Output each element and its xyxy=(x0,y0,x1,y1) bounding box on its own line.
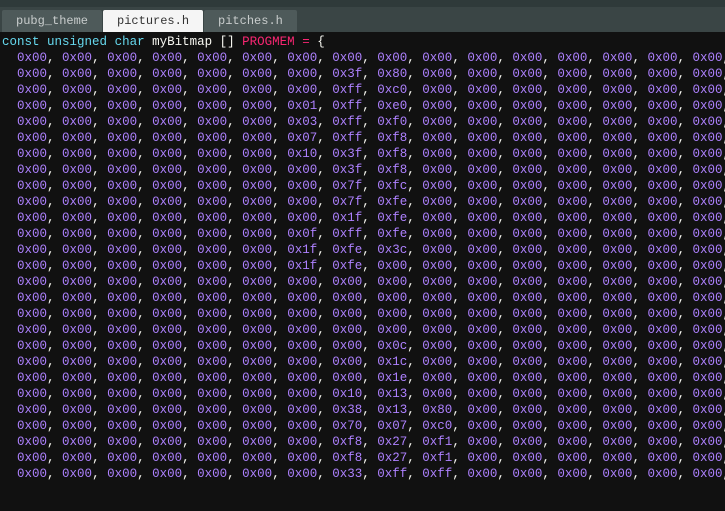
tab-bar: pubg_theme pictures.h pitches.h xyxy=(0,7,725,32)
code-editor[interactable]: const unsigned char myBitmap [] PROGMEM … xyxy=(0,32,725,511)
window-top-bar xyxy=(0,0,725,7)
tab-pitches-h[interactable]: pitches.h xyxy=(204,10,297,32)
tab-pictures-h[interactable]: pictures.h xyxy=(103,10,203,32)
tab-label: pubg_theme xyxy=(16,14,88,28)
tab-label: pitches.h xyxy=(218,14,283,28)
tab-pubg-theme[interactable]: pubg_theme xyxy=(2,10,102,32)
tab-label: pictures.h xyxy=(117,14,189,28)
